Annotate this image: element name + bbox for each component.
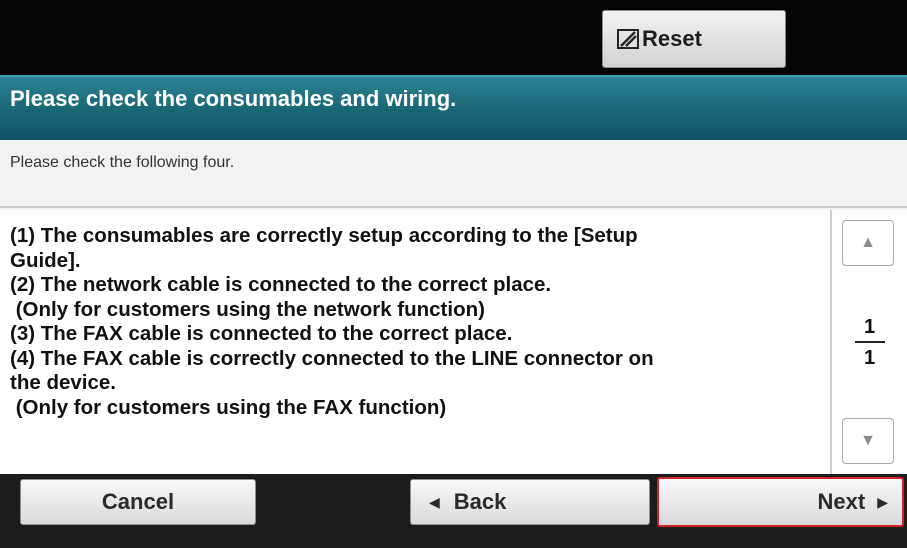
message-text: (1) The consumables are correctly setup … <box>10 224 654 419</box>
page-title: Please check the consumables and wiring. <box>0 75 907 140</box>
page-divider <box>855 341 885 343</box>
triangle-up-icon: ▲ <box>860 234 876 251</box>
triangle-down-icon: ▼ <box>860 432 876 449</box>
page-total: 1 <box>863 347 876 369</box>
reset-label: Reset <box>642 26 702 51</box>
triangle-right-icon: ▶ <box>877 493 888 510</box>
cancel-label: Cancel <box>101 489 175 514</box>
next-label: Next <box>817 489 866 514</box>
cancel-button[interactable]: Cancel <box>20 479 256 525</box>
reset-button[interactable]: Reset <box>602 10 786 68</box>
page-current: 1 <box>863 316 876 338</box>
bottom-bar: Cancel ◀ Back Next ▶ <box>0 474 907 548</box>
top-bar: Reset <box>0 0 907 75</box>
instruction-text: Please check the following four. <box>0 140 907 208</box>
triangle-left-icon: ◀ <box>429 493 440 510</box>
scroll-down-button[interactable]: ▼ <box>842 418 894 464</box>
back-button[interactable]: ◀ Back <box>410 479 650 525</box>
next-button[interactable]: Next ▶ <box>657 477 904 527</box>
message-area: (1) The consumables are correctly setup … <box>0 210 830 474</box>
scroll-panel: ▲ 1 1 ▼ <box>830 210 907 474</box>
back-label: Back <box>453 489 507 514</box>
reset-icon <box>617 29 639 49</box>
scroll-up-button[interactable]: ▲ <box>842 220 894 266</box>
screen: Reset Please check the consumables and w… <box>0 0 907 548</box>
